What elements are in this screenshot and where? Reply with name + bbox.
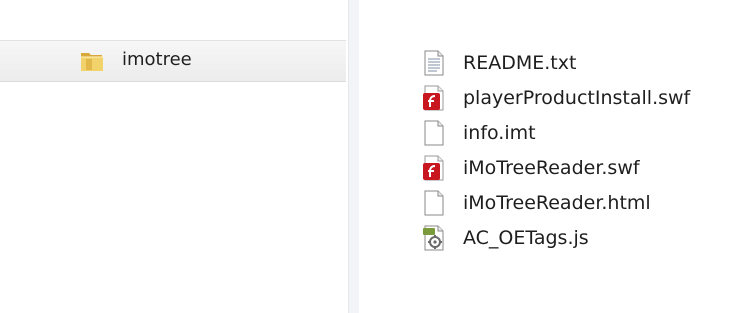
- flash-file-icon: [423, 155, 445, 181]
- file-list: README.txt playerProductInstall.swf info…: [423, 45, 690, 255]
- file-name: AC_OETags.js: [463, 226, 589, 249]
- file-item-ac-oetags[interactable]: AC_OETags.js: [423, 220, 690, 255]
- folder-icon: [79, 48, 105, 74]
- file-list-pane: README.txt playerProductInstall.swf info…: [359, 0, 745, 313]
- file-name: README.txt: [463, 51, 577, 74]
- flash-file-icon: [423, 85, 445, 111]
- file-item-imotree-reader-html[interactable]: iMoTreeReader.html: [423, 185, 690, 220]
- file-name: iMoTreeReader.html: [463, 191, 651, 214]
- file-item-readme[interactable]: README.txt: [423, 45, 690, 80]
- nav-item-imotree[interactable]: imotree: [0, 40, 346, 82]
- file-item-imotree-reader-swf[interactable]: iMoTreeReader.swf: [423, 150, 690, 185]
- file-name: playerProductInstall.swf: [463, 86, 691, 109]
- nav-item-label: imotree: [122, 49, 192, 70]
- file-item-info[interactable]: info.imt: [423, 115, 690, 150]
- generic-file-icon: [423, 120, 445, 146]
- script-file-icon: [423, 225, 445, 251]
- file-name: iMoTreeReader.swf: [463, 156, 640, 179]
- text-file-icon: [423, 50, 445, 76]
- file-name: info.imt: [463, 121, 536, 144]
- file-item-player-product-install[interactable]: playerProductInstall.swf: [423, 80, 690, 115]
- generic-file-icon: [423, 190, 445, 216]
- navigation-pane: imotree: [0, 0, 348, 313]
